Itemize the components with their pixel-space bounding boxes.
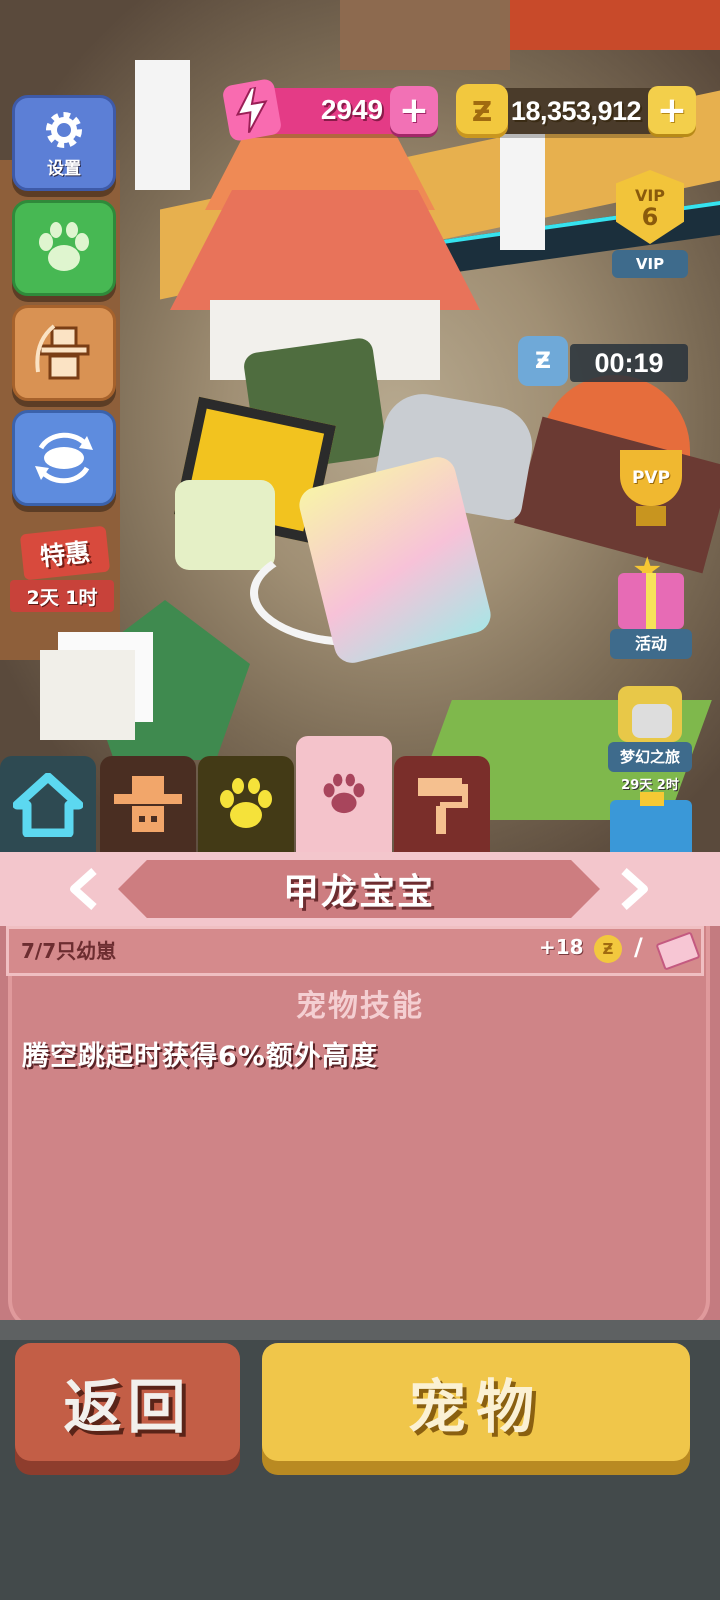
lightning-icon — [221, 77, 283, 143]
special-offer-button[interactable]: 特惠 2天 1时 — [10, 525, 114, 612]
energy-counter: 2949 + — [221, 77, 438, 143]
gift-ribbon — [646, 573, 656, 629]
chevron-left-icon — [70, 868, 97, 910]
pet-label: 宠物 — [407, 1373, 544, 1441]
vip-label: VIP — [612, 250, 688, 278]
scene-pillar — [500, 130, 545, 250]
pet-panel: 7/7只幼崽 +18 Ƶ / 宠物技能 腾空跳起时获得6%额外高度 — [0, 926, 720, 1346]
add-energy-button[interactable]: + — [390, 86, 438, 134]
tab-decorate[interactable] — [394, 756, 490, 854]
coin-value: 18,353,912 — [510, 96, 642, 126]
coin-icon: Ƶ — [456, 84, 508, 138]
scene-pillar — [135, 60, 190, 190]
pet-name-banner: 甲龙宝宝 — [118, 860, 600, 918]
vip-shield-icon: VIP 6 — [616, 170, 684, 244]
vip-button[interactable]: VIP 6 VIP — [612, 170, 688, 282]
paw-icon — [220, 778, 272, 828]
tab-home[interactable] — [0, 756, 96, 854]
game-screen: 2949 + Ƶ 18,353,912 + 设置 特惠 2天 1时 VIP 6 … — [0, 0, 720, 1600]
tab-hunter[interactable] — [100, 756, 196, 854]
hunter-icon — [35, 324, 90, 380]
vip-level: 6 — [641, 203, 659, 231]
chevron-right-icon — [621, 868, 648, 910]
add-coins-button[interactable]: + — [648, 86, 696, 134]
paw-icon — [39, 222, 89, 271]
skill-title: 宠物技能 — [296, 989, 424, 1024]
airship-swap-icon — [35, 432, 93, 484]
back-label: 返回 — [63, 1373, 192, 1441]
special-offer-label: 特惠 — [19, 525, 111, 581]
coin-counter: Ƶ 18,353,912 + — [456, 84, 696, 138]
hunter-button[interactable] — [12, 305, 116, 401]
pet-name: 甲龙宝宝 — [282, 872, 435, 913]
pvp-button[interactable]: PVP — [610, 440, 692, 532]
coin-icon: Ƶ — [594, 935, 622, 963]
baby-count-bar: 7/7只幼崽 +18 Ƶ / — [6, 926, 704, 976]
scene-animal — [340, 0, 510, 70]
paint-roller-icon — [418, 778, 468, 834]
ticket-icon — [655, 931, 701, 971]
scene-lava — [510, 0, 720, 50]
activity-button[interactable]: ★ 活动 — [610, 553, 692, 663]
swap-button[interactable] — [12, 410, 116, 506]
bottom-divider — [0, 1320, 720, 1340]
pvp-label: PVP — [631, 468, 671, 488]
settings-button[interactable]: 设置 — [12, 95, 116, 191]
gear-icon — [46, 111, 82, 148]
pet-button[interactable]: 宠物 — [262, 1343, 690, 1461]
cooldown-timer: 00:19 — [570, 344, 688, 382]
settings-label: 设置 — [47, 158, 81, 179]
activity-label: 活动 — [610, 629, 692, 659]
back-button[interactable]: 返回 — [15, 1343, 240, 1461]
cowboy-hat-icon — [114, 776, 182, 832]
coin-cooldown[interactable]: Ƶ 00:19 — [518, 336, 688, 388]
scene-rocks — [40, 650, 135, 740]
paw-icon — [323, 773, 365, 814]
vip-badge-title: VIP — [634, 186, 666, 205]
dream-trip-button[interactable]: 梦幻之旅 29天 2时 — [604, 686, 696, 796]
tab-pets[interactable] — [296, 736, 392, 854]
trophy-base — [636, 506, 666, 526]
shop-gift-button[interactable] — [610, 792, 692, 852]
trophy-icon: PVP — [620, 450, 682, 506]
reward-separator: / — [634, 933, 643, 961]
dream-trip-label: 梦幻之旅 — [608, 742, 692, 772]
baby-count: 7/7只幼崽 — [21, 939, 117, 963]
tab-animals[interactable] — [198, 756, 294, 854]
coin-clock-icon: Ƶ — [518, 336, 568, 386]
previous-pet-button[interactable] — [58, 864, 108, 914]
pet-panel-header: 甲龙宝宝 — [0, 852, 720, 926]
reward-amount: +18 — [539, 935, 584, 959]
dream-trip-icon-detail — [632, 704, 672, 738]
animals-button[interactable] — [12, 200, 116, 296]
house-icon — [13, 773, 83, 837]
dream-trip-timer: 29天 2时 — [621, 778, 679, 793]
dino-ankylosaurus — [175, 480, 275, 570]
next-pet-button[interactable] — [610, 864, 660, 914]
gift-bow-icon — [640, 792, 664, 806]
special-offer-timer: 2天 1时 — [10, 580, 114, 612]
skill-description: 腾空跳起时获得6%额外高度 — [22, 1041, 378, 1072]
